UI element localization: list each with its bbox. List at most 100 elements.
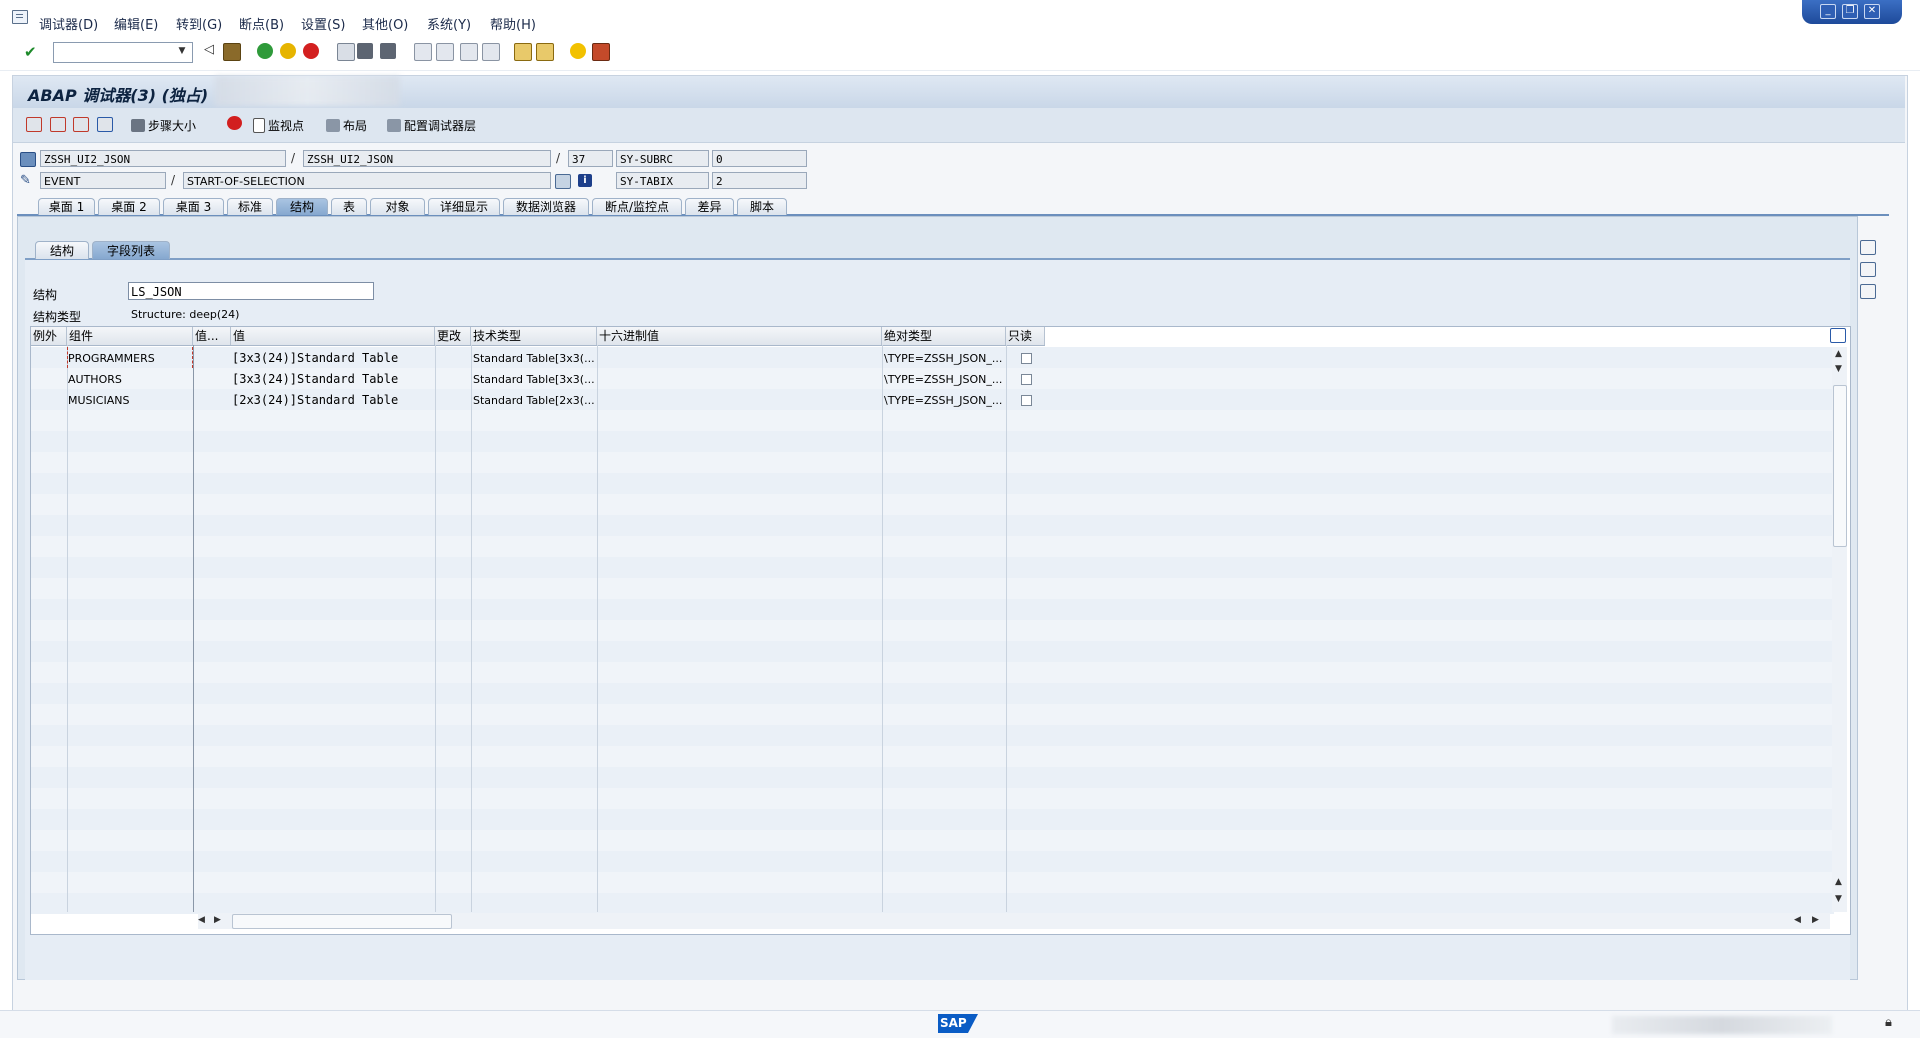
scroll-up-icon[interactable]: ▲	[1835, 349, 1842, 359]
previous-page-icon[interactable]	[436, 43, 454, 61]
create-session-icon[interactable]	[514, 43, 532, 61]
next-page-icon[interactable]	[460, 43, 478, 61]
last-page-icon[interactable]	[482, 43, 500, 61]
sysvar1-name-field[interactable]: SY-SUBRC	[616, 150, 709, 167]
horizontal-scrollbar[interactable]: ◀ ▶ ◀ ▶	[198, 913, 1830, 929]
readonly-checkbox[interactable]	[1021, 353, 1032, 364]
sysvar2-name-field[interactable]: SY-TABIX	[616, 172, 709, 189]
enter-check-icon[interactable]: ✔	[24, 43, 37, 61]
structure-input[interactable]: LS_JSON	[128, 282, 374, 300]
tab-11[interactable]: 脚本	[737, 198, 787, 215]
menu-item-1[interactable]: 编辑(E)	[114, 14, 158, 33]
services-tool-icon[interactable]	[1860, 284, 1876, 299]
layout-button[interactable]: 布局	[326, 117, 367, 134]
find-next-icon[interactable]	[380, 43, 396, 59]
back-icon[interactable]	[257, 43, 273, 59]
column-header-0[interactable]: 例外	[31, 327, 67, 345]
menu-item-7[interactable]: 帮助(H)	[490, 14, 536, 33]
step-size-button[interactable]: 步骤大小	[131, 117, 196, 134]
page-title: ABAP 调试器(3) (独占)	[28, 86, 209, 105]
configure-layers-button[interactable]: 配置调试器层	[387, 117, 476, 134]
column-header-6[interactable]: 十六进制值	[597, 327, 882, 345]
menu-icon[interactable]	[12, 10, 28, 24]
subtab-field-list[interactable]: 字段列表	[92, 241, 170, 259]
subtab-structure[interactable]: 结构	[35, 241, 89, 259]
source-code-icon[interactable]	[555, 174, 571, 189]
chevron-down-icon[interactable]: ▼	[175, 44, 189, 59]
column-header-3[interactable]: 值	[231, 327, 435, 345]
exit-icon[interactable]	[280, 43, 296, 59]
readonly-checkbox[interactable]	[1021, 395, 1032, 406]
menu-item-0[interactable]: 调试器(D)	[39, 14, 98, 33]
tech-type-cell[interactable]: Standard Table[2x3(...	[473, 390, 597, 411]
return-icon[interactable]	[73, 117, 89, 132]
step-into-icon[interactable]	[26, 117, 42, 132]
readonly-checkbox[interactable]	[1021, 374, 1032, 385]
minimize-button[interactable]: _	[1820, 4, 1836, 19]
help-icon[interactable]	[570, 43, 586, 59]
column-header-5[interactable]: 技术类型	[471, 327, 597, 345]
menu-item-5[interactable]: 其他(O)	[362, 14, 408, 33]
scroll-down-icon[interactable]: ▼	[1835, 364, 1842, 374]
tech-type-cell[interactable]: Standard Table[3x3(...	[473, 369, 597, 390]
scroll-right-icon[interactable]: ▶	[1812, 915, 1819, 925]
tab-4[interactable]: 结构	[276, 198, 328, 215]
close-button[interactable]: ✕	[1864, 4, 1880, 19]
menu-item-6[interactable]: 系统(Y)	[427, 14, 471, 33]
tab-5[interactable]: 表	[331, 198, 367, 215]
lock-icon[interactable]: 🔒︎	[1885, 1015, 1892, 1030]
continue-icon[interactable]	[97, 117, 113, 132]
scroll-thumb[interactable]	[232, 914, 452, 929]
tab-2[interactable]: 桌面 3	[163, 198, 224, 215]
column-header-8[interactable]: 只读	[1006, 327, 1045, 345]
column-header-4[interactable]: 更改	[435, 327, 471, 345]
grid-settings-icon[interactable]	[1830, 328, 1846, 343]
scroll-left-icon[interactable]: ◀	[198, 915, 205, 925]
scroll-down-icon[interactable]: ▼	[1835, 894, 1842, 904]
scroll-up-icon[interactable]: ▲	[1835, 877, 1842, 887]
tab-6[interactable]: 对象	[370, 198, 425, 215]
cancel-icon[interactable]	[303, 43, 319, 59]
save-icon[interactable]	[223, 43, 241, 61]
shortcut-icon[interactable]	[536, 43, 554, 61]
absolute-type-cell[interactable]: \TYPE=ZSSH_JSON_...	[884, 369, 1006, 390]
scroll-thumb[interactable]	[1833, 385, 1847, 547]
value-cell[interactable]: [3x3(24)]Standard Table	[232, 348, 434, 369]
restore-button[interactable]: ❐	[1842, 4, 1858, 19]
menu-item-4[interactable]: 设置(S)	[301, 14, 345, 33]
swap-tool-icon[interactable]	[1860, 262, 1876, 277]
step-over-icon[interactable]	[50, 117, 66, 132]
menu-item-3[interactable]: 断点(B)	[239, 14, 284, 33]
info-icon[interactable]: i	[578, 174, 592, 187]
scroll-right-icon[interactable]: ▶	[214, 915, 221, 925]
column-header-1[interactable]: 组件	[67, 327, 193, 345]
tab-7[interactable]: 详细显示	[428, 198, 500, 215]
tab-0[interactable]: 桌面 1	[38, 198, 95, 215]
tab-3[interactable]: 标准	[227, 198, 273, 215]
absolute-type-cell[interactable]: \TYPE=ZSSH_JSON_...	[884, 348, 1006, 369]
column-header-7[interactable]: 绝对类型	[882, 327, 1006, 345]
value-cell[interactable]: [2x3(24)]Standard Table	[232, 390, 434, 411]
value-cell[interactable]: [3x3(24)]Standard Table	[232, 369, 434, 390]
vertical-scrollbar[interactable]: ▲ ▼ ▲ ▼	[1832, 347, 1847, 912]
column-header-2[interactable]: 值...	[193, 327, 231, 345]
back-arrow-icon[interactable]: ◁	[204, 42, 214, 57]
stop-icon[interactable]	[227, 116, 242, 130]
scroll-left-icon[interactable]: ◀	[1794, 915, 1801, 925]
tab-8[interactable]: 数据浏览器	[503, 198, 589, 215]
tab-10[interactable]: 差异	[685, 198, 734, 215]
tab-9[interactable]: 断点/监控点	[592, 198, 682, 215]
menu-item-2[interactable]: 转到(G)	[176, 14, 222, 33]
customize-layout-icon[interactable]	[592, 43, 610, 61]
absolute-type-cell[interactable]: \TYPE=ZSSH_JSON_...	[884, 390, 1006, 411]
component-cell[interactable]: AUTHORS	[68, 369, 192, 390]
print-icon[interactable]	[337, 43, 355, 61]
component-cell[interactable]: MUSICIANS	[68, 390, 192, 411]
new-tool-icon[interactable]	[1860, 240, 1876, 255]
watchpoint-button[interactable]: 监视点	[253, 117, 304, 134]
command-field[interactable]	[53, 42, 193, 63]
first-page-icon[interactable]	[414, 43, 432, 61]
tech-type-cell[interactable]: Standard Table[3x3(...	[473, 348, 597, 369]
tab-1[interactable]: 桌面 2	[98, 198, 160, 215]
find-icon[interactable]	[357, 43, 373, 59]
